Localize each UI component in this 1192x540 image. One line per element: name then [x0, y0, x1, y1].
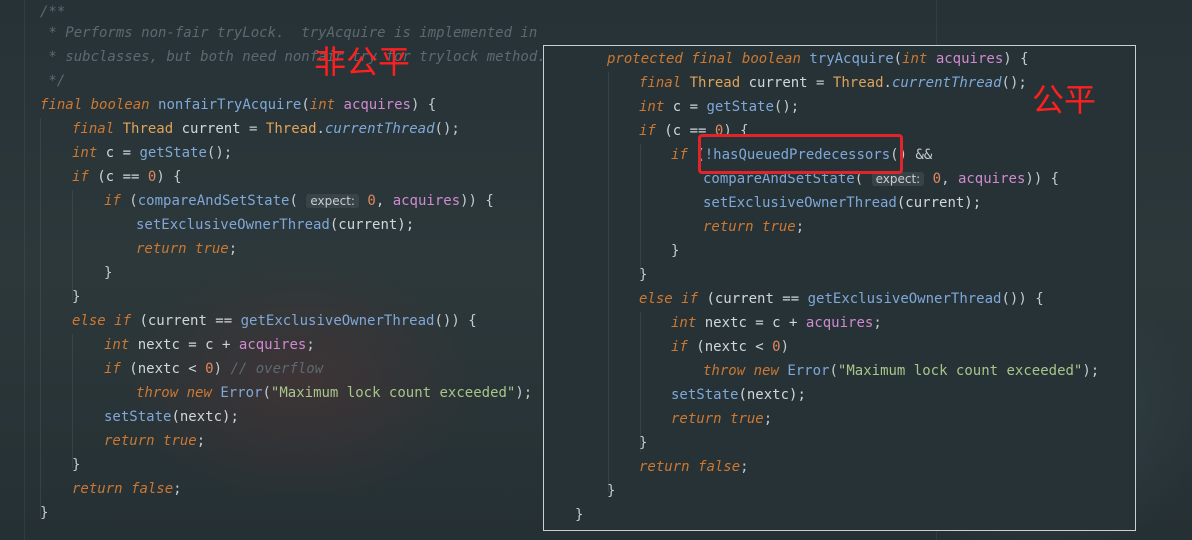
indent-guide [608, 72, 609, 492]
code-brace[interactable]: } [40, 501, 48, 525]
gutter-divider [24, 0, 25, 540]
method-signature-line[interactable]: final boolean nonfairTryAcquire(int acqu… [40, 93, 436, 117]
parameter-hint: expect: [306, 194, 359, 208]
code-line[interactable]: setState(nextc); [104, 405, 239, 429]
code-line[interactable]: int nextc = c + acquires; [671, 311, 882, 335]
code-line[interactable]: setExclusiveOwnerThread(current); [136, 213, 414, 237]
code-brace[interactable]: } [639, 263, 647, 287]
code-brace[interactable]: } [575, 503, 583, 527]
code-line[interactable]: if (c == 0) { [72, 165, 182, 189]
code-comment-line[interactable]: * Performs non-fair tryLock. tryAcquire … [40, 21, 537, 45]
code-line[interactable]: setExclusiveOwnerThread(current); [703, 191, 981, 215]
indent-guide [72, 334, 73, 468]
code-brace[interactable]: } [72, 285, 80, 309]
code-brace[interactable]: } [639, 431, 647, 455]
code-line[interactable]: final Thread current = Thread.currentThr… [639, 71, 1027, 95]
nonfair-annotation-label: 非公平 [314, 43, 411, 81]
code-line[interactable]: return true; [671, 407, 772, 431]
code-line[interactable]: int nextc = c + acquires; [104, 333, 315, 357]
code-line[interactable]: if (nextc < 0) [671, 335, 789, 359]
indent-guide [72, 190, 73, 300]
code-comment-line[interactable]: */ [40, 69, 65, 93]
code-line[interactable]: int c = getState(); [72, 141, 232, 165]
code-line[interactable]: else if (current == getExclusiveOwnerThr… [639, 287, 1044, 311]
code-comment-line[interactable]: * subclasses, but both need nonfair try … [40, 45, 545, 69]
indent-guide [40, 118, 41, 518]
method-name: tryAcquire [809, 51, 894, 67]
code-line[interactable]: setState(nextc); [671, 383, 806, 407]
code-line[interactable]: return true; [703, 215, 804, 239]
parameter-hint: expect: [871, 172, 925, 186]
method-signature-line[interactable]: protected final boolean tryAcquire(int a… [607, 47, 1029, 71]
code-line[interactable]: final Thread current = Thread.currentThr… [72, 117, 460, 141]
code-line[interactable]: return true; [136, 237, 237, 261]
code-line[interactable]: int c = getState(); [639, 95, 799, 119]
indent-guide [640, 144, 641, 274]
code-line[interactable]: throw new Error("Maximum lock count exce… [136, 381, 532, 405]
code-line[interactable]: if (nextc < 0) // overflow [104, 357, 323, 381]
code-line[interactable]: return false; [639, 455, 749, 479]
code-brace[interactable]: } [671, 239, 679, 263]
code-line[interactable]: else if (current == getExclusiveOwnerThr… [72, 309, 477, 333]
code-brace[interactable]: } [72, 453, 80, 477]
highlight-box [698, 134, 903, 174]
code-line[interactable]: if (compareAndSetState( expect: 0, acqui… [104, 189, 494, 213]
method-name: nonfairTryAcquire [158, 97, 302, 113]
code-brace[interactable]: } [607, 479, 615, 503]
code-line[interactable]: return true; [104, 429, 205, 453]
code-line[interactable]: return false; [72, 477, 182, 501]
fair-annotation-label: 公平 [1032, 81, 1097, 119]
code-brace[interactable]: } [104, 261, 112, 285]
code-line[interactable]: throw new Error("Maximum lock count exce… [703, 359, 1099, 383]
